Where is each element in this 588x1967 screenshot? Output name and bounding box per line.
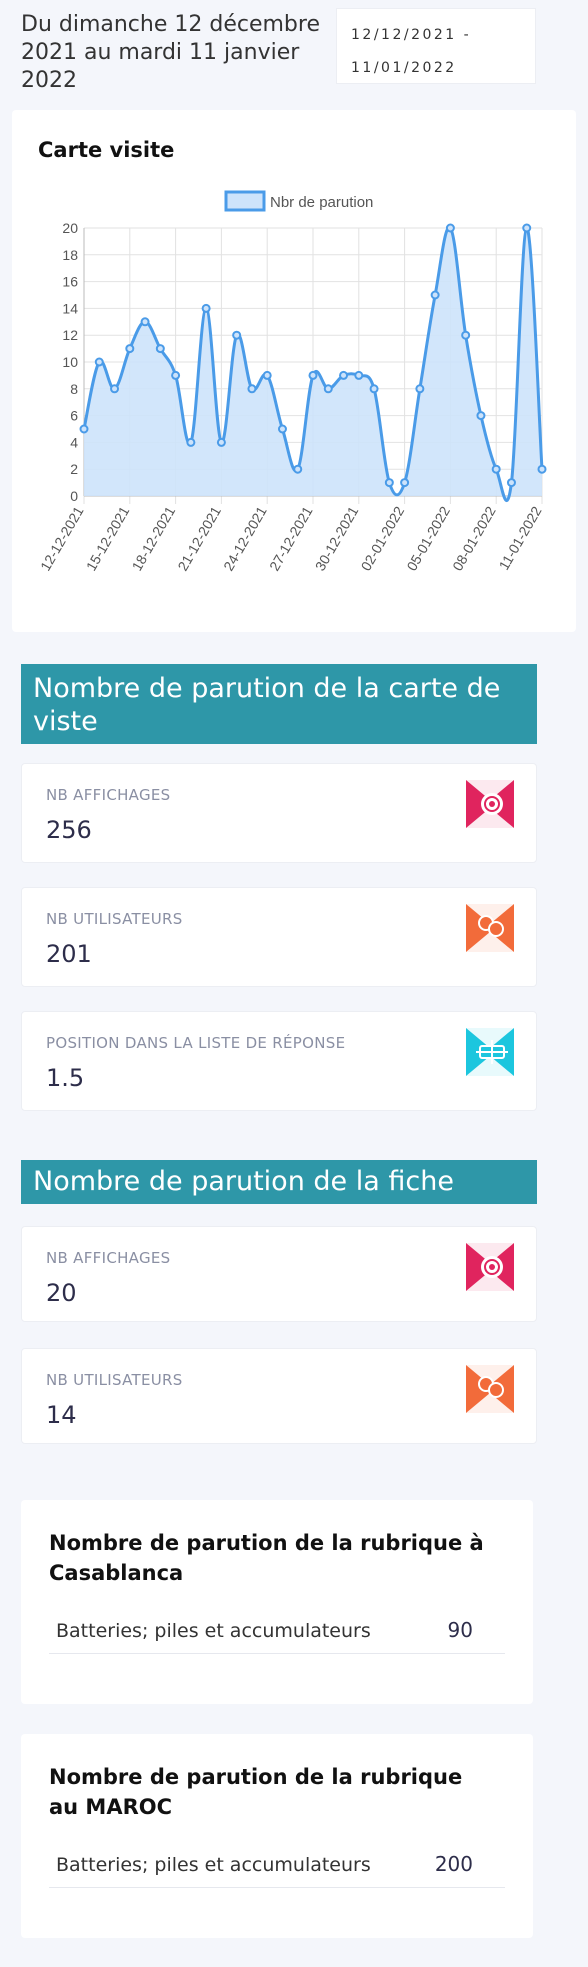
y-tick-label: 12: [62, 327, 78, 343]
data-point: [491, 464, 501, 474]
rubrique-maroc-title: Nombre de parution de la rubrique au MAR…: [49, 1765, 463, 1819]
stat-value: 1.5: [46, 1064, 85, 1092]
rubrique-casablanca-title: Nombre de parution de la rubrique à Casa…: [49, 1531, 484, 1585]
data-point: [354, 370, 364, 380]
data-point: [430, 290, 440, 300]
data-point: [476, 411, 486, 421]
x-tick-label: 27-12-2021: [266, 503, 316, 573]
data-point: [445, 223, 455, 233]
y-tick-label: 10: [62, 354, 78, 370]
date-range-picker[interactable]: 12/12/2021 - 11/01/2022: [336, 8, 536, 84]
rubrique-name: Batteries; piles et accumulateurs: [56, 1620, 371, 1642]
stat-label: POSITION DANS LA LISTE DE RÉPONSE: [46, 1034, 346, 1052]
section-fiche-title: Nombre de parution de la fiche: [21, 1160, 537, 1204]
x-tick-label: 24-12-2021: [220, 503, 270, 573]
parution-chart: Nbr de parution 0 2 4 6 8 10 12 14 16 18 20 12-12-20…: [37, 190, 547, 574]
users-icon: [466, 1365, 514, 1413]
stat-value: 20: [46, 1279, 77, 1307]
chart-card: Carte visite Nbr de parution 0 2 4 6 8 10 12 14 1…: [12, 110, 576, 632]
period-text: Du dimanche 12 décembre 2021 au mardi 11…: [21, 12, 320, 93]
data-point: [277, 424, 287, 434]
x-tick-label: 05-01-2022: [403, 503, 453, 573]
y-tick-label: 8: [70, 381, 78, 397]
stat-label: NB AFFICHAGES: [46, 1249, 171, 1267]
stat-value: 256: [46, 816, 92, 844]
legend-label: Nbr de parution: [270, 194, 373, 211]
data-point: [369, 384, 379, 394]
users-icon: [466, 904, 514, 952]
y-tick-label: 6: [70, 408, 78, 424]
data-point: [110, 384, 120, 394]
stat-value: 201: [46, 940, 92, 968]
stat-label: NB AFFICHAGES: [46, 786, 171, 804]
y-tick-label: 0: [70, 488, 78, 504]
data-point: [384, 478, 394, 488]
data-point: [171, 370, 181, 380]
data-point: [308, 370, 318, 380]
rubrique-value: 90: [447, 1618, 473, 1642]
stat-card-utilisateurs-carte: NB UTILISATEURS 201: [21, 887, 537, 987]
eye-icon: [466, 1243, 514, 1291]
data-point: [323, 384, 333, 394]
data-point: [400, 478, 410, 488]
x-tick-label: 08-01-2022: [449, 503, 499, 573]
data-point: [415, 384, 425, 394]
stat-card-affichages-fiche: NB AFFICHAGES 20: [21, 1226, 537, 1322]
x-tick-label: 21-12-2021: [174, 503, 224, 573]
rubrique-name: Batteries; piles et accumulateurs: [56, 1854, 371, 1876]
data-point: [293, 464, 303, 474]
y-tick-label: 4: [70, 434, 78, 450]
y-tick-label: 20: [62, 220, 78, 236]
data-point: [125, 344, 135, 354]
rubrique-value: 200: [434, 1852, 473, 1876]
y-tick-label: 2: [70, 461, 78, 477]
y-tick-label: 16: [62, 274, 78, 290]
x-tick-label: 18-12-2021: [129, 503, 179, 573]
x-tick-label: 11-01-2022: [495, 503, 544, 572]
x-tick-label: 15-12-2021: [83, 503, 133, 573]
y-tick-label: 18: [62, 247, 78, 263]
data-point: [537, 464, 547, 474]
stat-card-position: POSITION DANS LA LISTE DE RÉPONSE 1.5: [21, 1011, 537, 1111]
data-point: [506, 478, 516, 488]
section-carte-title: Nombre de parution de la carte de viste: [21, 664, 537, 744]
data-point: [186, 437, 196, 447]
data-point: [201, 303, 211, 313]
stat-card-affichages-carte: NB AFFICHAGES 256: [21, 763, 537, 863]
x-tick-label: 30-12-2021: [312, 503, 362, 573]
data-point: [339, 370, 349, 380]
rubrique-maroc-card: Nombre de parution de la rubrique au MAR…: [21, 1734, 533, 1938]
data-point: [216, 437, 226, 447]
eye-icon: [466, 780, 514, 828]
table-row: Batteries; piles et accumulateurs 90: [49, 1612, 505, 1654]
date-range-start: 12/12/2021 -: [351, 27, 472, 43]
rubrique-casablanca-card: Nombre de parution de la rubrique à Casa…: [21, 1500, 533, 1704]
y-tick-label: 14: [62, 300, 78, 316]
x-tick-label: 02-01-2022: [358, 503, 408, 573]
legend-swatch: [224, 190, 266, 212]
data-point: [461, 330, 471, 340]
list-position-icon: [466, 1028, 514, 1076]
stat-label: NB UTILISATEURS: [46, 910, 183, 928]
stat-label: NB UTILISATEURS: [46, 1371, 183, 1389]
table-row: Batteries; piles et accumulateurs 200: [49, 1846, 505, 1888]
data-point: [155, 344, 165, 354]
stat-value: 14: [46, 1401, 77, 1429]
data-point: [262, 370, 272, 380]
data-point: [140, 317, 150, 327]
data-point: [522, 223, 532, 233]
data-point: [247, 384, 257, 394]
data-point: [79, 424, 89, 434]
data-point: [94, 357, 104, 367]
date-range-end: 11/01/2022: [351, 60, 457, 76]
data-point: [232, 330, 242, 340]
stat-card-utilisateurs-fiche: NB UTILISATEURS 14: [21, 1348, 537, 1444]
x-tick-label: 12-12-2021: [37, 503, 87, 573]
